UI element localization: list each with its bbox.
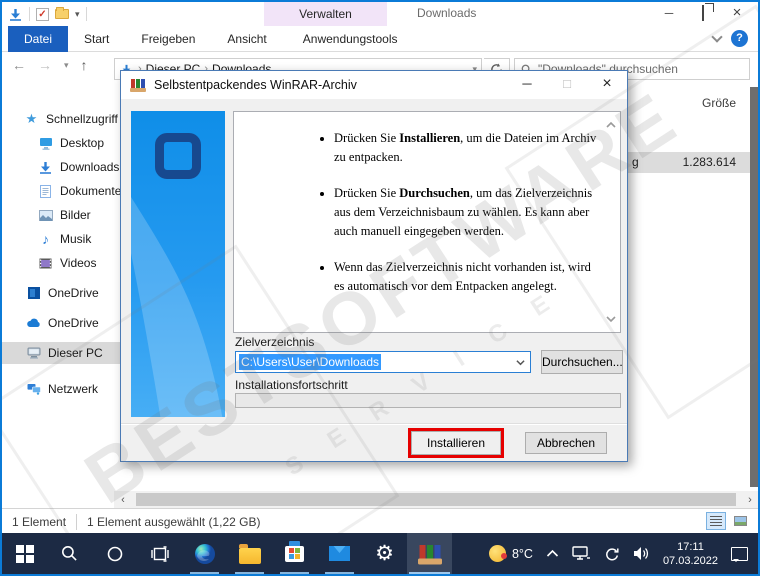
sidebar-item-pictures[interactable]: Bilder — [2, 204, 120, 226]
recent-locations-icon[interactable]: ▾ — [64, 60, 69, 71]
combo-dropdown-icon[interactable] — [512, 354, 528, 370]
weather-widget[interactable]: 8°C — [489, 545, 533, 562]
taskbar-explorer[interactable] — [227, 533, 272, 574]
this-pc-icon — [26, 346, 41, 361]
sidebar-item-music[interactable]: ♪ Musik — [2, 228, 120, 250]
restore-icon[interactable] — [686, 2, 720, 26]
ribbon-tabs: Datei Start Freigeben Ansicht Anwendungs… — [2, 26, 758, 52]
tab-ansicht[interactable]: Ansicht — [211, 26, 282, 52]
details-view-icon[interactable] — [706, 512, 726, 530]
sidebar-label: OneDrive — [48, 316, 99, 330]
date: 07.03.2022 — [663, 554, 718, 568]
time: 17:11 — [663, 540, 718, 554]
gear-icon: ⚙ — [375, 543, 394, 564]
weather-icon — [489, 545, 506, 562]
sidebar-label: OneDrive — [48, 286, 99, 300]
sidebar-label: Downloads — [60, 160, 119, 174]
sidebar-label: Videos — [60, 256, 96, 270]
sidebar-label: Musik — [60, 232, 91, 246]
tray-chevron-up-icon[interactable] — [546, 549, 559, 558]
onedrive-square-icon — [26, 286, 41, 301]
nav-arrows: ← → ▾ ↑ — [12, 57, 88, 73]
sidebar-item-documents[interactable]: Dokumente — [2, 180, 120, 202]
winrar-icon — [418, 543, 442, 564]
browse-button[interactable]: Durchsuchen... — [541, 350, 623, 374]
store-icon — [285, 546, 304, 562]
edge-icon — [194, 543, 216, 565]
mail-icon — [329, 546, 350, 561]
winrar-logo — [155, 133, 201, 179]
explorer-titlebar: ✓ ▾ Verwalten Downloads ─ × — [2, 2, 758, 26]
divider — [86, 7, 87, 21]
windows-logo-icon — [16, 545, 34, 563]
up-icon[interactable]: ↑ — [81, 57, 88, 73]
sync-tray-icon[interactable] — [603, 546, 620, 561]
download-arrow-icon[interactable] — [8, 7, 23, 22]
folder-icon — [239, 548, 261, 564]
taskbar-mail[interactable] — [317, 533, 362, 574]
scroll-left-icon[interactable]: ‹ — [114, 494, 132, 506]
screen: ✓ ▾ Verwalten Downloads ─ × Datei Start … — [0, 0, 760, 576]
cancel-button[interactable]: Abbrechen — [525, 432, 607, 454]
document-icon — [38, 184, 53, 199]
window-title: Downloads — [417, 6, 476, 20]
dialog-maximize-icon: □ — [547, 71, 587, 99]
volume-icon[interactable] — [633, 546, 650, 561]
sidebar-label: Schnellzugriff — [46, 112, 118, 126]
sidebar-item-videos[interactable]: Videos — [2, 252, 120, 274]
sidebar-item-onedrive-1[interactable]: OneDrive — [2, 282, 120, 304]
quick-access-star-icon: ★ — [24, 112, 39, 127]
download-arrow-icon — [38, 160, 53, 175]
scroll-right-icon[interactable]: › — [741, 494, 759, 506]
taskbar-settings[interactable]: ⚙ — [362, 533, 407, 574]
taskbar-clock[interactable]: 17:11 07.03.2022 — [663, 540, 718, 568]
onedrive-cloud-icon — [26, 316, 41, 331]
contextual-tab-group: Verwalten — [264, 2, 387, 26]
dialog-title: Selbstentpackendes WinRAR-Archiv — [154, 78, 357, 92]
network-tray-icon[interactable] — [572, 546, 590, 561]
tab-anwendungstools[interactable]: Anwendungstools — [287, 26, 414, 52]
checkmark-icon[interactable]: ✓ — [36, 8, 49, 21]
taskbar-store[interactable] — [272, 533, 317, 574]
sidebar-label: Desktop — [60, 136, 104, 150]
minimize-icon[interactable]: ─ — [652, 2, 686, 26]
sidebar-label: Dokumente — [60, 184, 121, 198]
tab-datei[interactable]: Datei — [8, 26, 68, 52]
start-button[interactable] — [2, 533, 47, 574]
sidebar-label: Bilder — [60, 208, 91, 222]
dialog-minimize-icon[interactable]: ─ — [507, 71, 547, 99]
install-button[interactable]: Installieren — [411, 431, 501, 455]
task-view-icon — [151, 546, 169, 562]
sidebar-item-desktop[interactable]: Desktop — [2, 132, 120, 154]
highlight-red-box: Installieren — [408, 428, 504, 458]
dialog-window-controls: ─ □ × — [507, 71, 627, 99]
music-note-icon: ♪ — [38, 232, 53, 247]
sidebar-item-downloads[interactable]: Downloads — [2, 156, 120, 178]
folder-icon[interactable] — [55, 9, 69, 19]
instruction-bullet: Wenn das Zielverzeichnis nicht vorhanden… — [334, 258, 602, 296]
video-icon — [38, 256, 53, 271]
tab-freigeben[interactable]: Freigeben — [125, 26, 211, 52]
taskbar-winrar[interactable] — [407, 533, 452, 574]
qat-dropdown-icon[interactable]: ▾ — [75, 9, 80, 20]
cortana-icon — [106, 545, 124, 563]
forward-icon[interactable]: → — [38, 57, 52, 73]
taskbar: ⚙ 8°C 17:11 07.03.2022 — [2, 533, 758, 574]
taskbar-edge[interactable] — [182, 533, 227, 574]
temperature: 8°C — [512, 547, 533, 561]
sidebar-item-quick-access[interactable]: ★ Schnellzugriff — [2, 108, 120, 130]
search-icon — [61, 545, 78, 562]
pictures-icon — [38, 208, 53, 223]
cortana-button[interactable] — [92, 533, 137, 574]
thumbnail-view-icon[interactable] — [730, 512, 750, 530]
task-view-button[interactable] — [137, 533, 182, 574]
back-icon[interactable]: ← — [12, 57, 26, 73]
taskbar-search-button[interactable] — [47, 533, 92, 574]
winrar-icon — [130, 78, 146, 92]
quick-access-toolbar: ✓ ▾ — [8, 5, 87, 23]
action-center-icon[interactable] — [731, 547, 748, 561]
divider — [29, 7, 30, 21]
tab-start[interactable]: Start — [68, 26, 125, 52]
desktop-icon — [38, 136, 53, 151]
